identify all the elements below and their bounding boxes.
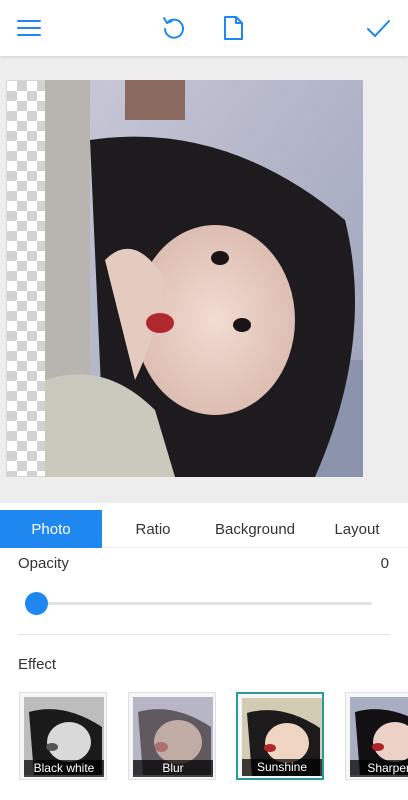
slider-thumb[interactable]: [24, 592, 48, 615]
opacity-label: Opacity: [18, 555, 69, 572]
effect-label-sharpen: Sharpen: [350, 760, 408, 777]
edited-photo[interactable]: [45, 80, 363, 477]
slider-track[interactable]: [36, 602, 372, 605]
effect-label-black-white: Black white: [24, 760, 104, 777]
menu-icon[interactable]: [15, 14, 43, 42]
tab-layout[interactable]: Layout: [306, 510, 408, 548]
divider: [18, 634, 390, 635]
checkmark-icon[interactable]: [364, 14, 392, 42]
effect-list: Black white Blur Sunshine Sharpen: [0, 690, 408, 782]
effect-label: Effect: [18, 656, 57, 673]
effect-label-blur: Blur: [133, 760, 213, 777]
tab-photo[interactable]: Photo: [0, 510, 102, 548]
effect-black-white[interactable]: Black white: [19, 692, 107, 780]
tab-bar: Photo Ratio Background Layout: [0, 510, 408, 548]
effect-sharpen[interactable]: Sharpen: [345, 692, 408, 780]
tab-background[interactable]: Background: [204, 510, 306, 548]
opacity-value: 0: [380, 555, 389, 572]
effect-label-sunshine: Sunshine: [242, 759, 322, 776]
undo-icon[interactable]: [160, 14, 188, 42]
top-toolbar: [0, 0, 408, 56]
effect-blur[interactable]: Blur: [128, 692, 216, 780]
tab-ratio[interactable]: Ratio: [102, 510, 204, 548]
opacity-slider[interactable]: [24, 592, 372, 615]
effect-sunshine[interactable]: Sunshine: [236, 692, 324, 780]
document-icon[interactable]: [219, 14, 247, 42]
